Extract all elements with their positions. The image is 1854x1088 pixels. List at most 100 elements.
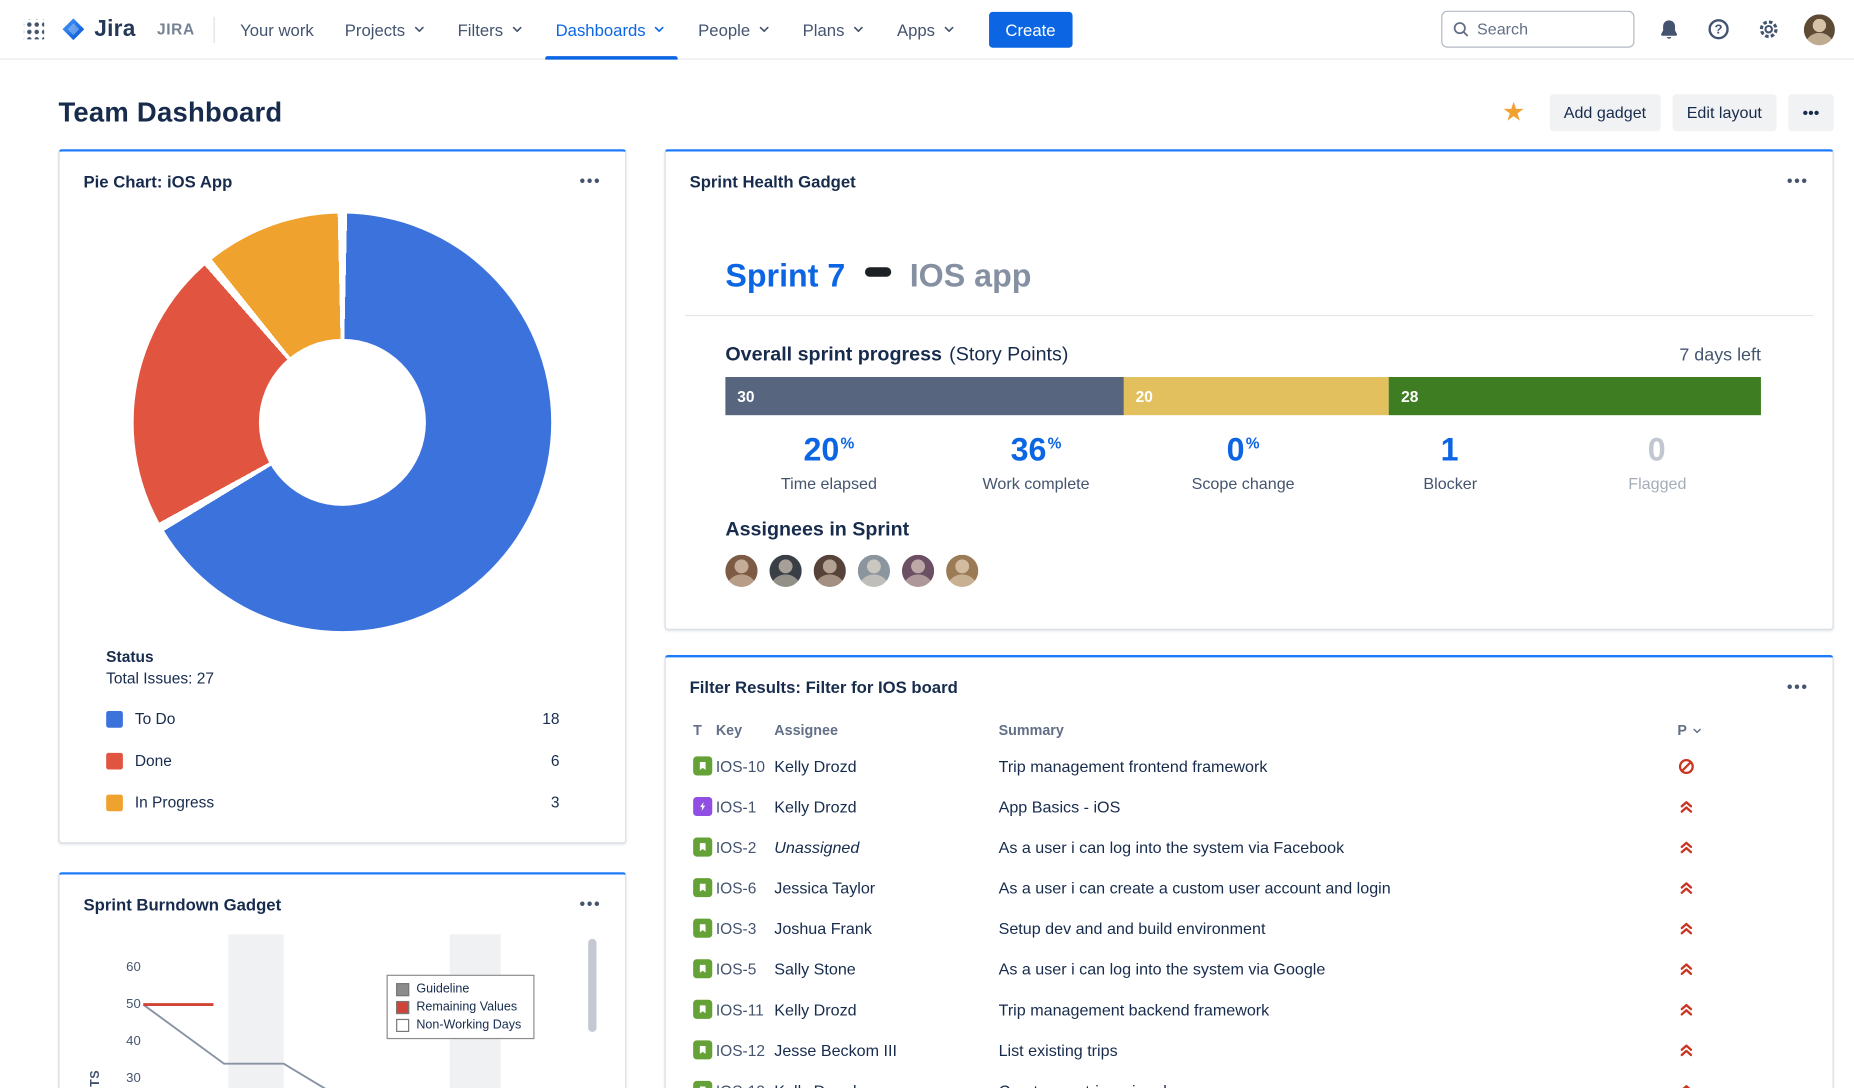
priority-highest-icon [1677, 798, 1713, 816]
story-icon [693, 878, 712, 897]
issue-summary[interactable]: List existing trips [999, 1041, 1678, 1059]
top-navigation-bar: Jira JIRA Your work Projects Filters Das… [0, 0, 1854, 60]
issue-summary[interactable]: Create new trips wizard [999, 1081, 1678, 1088]
y-tick: 50 [107, 997, 140, 1011]
burndown-chart: STORY POINTS 60 50 40 30 Guideline Remai… [76, 934, 603, 1088]
story-icon [693, 756, 712, 775]
assignees-heading: Assignees in Sprint [725, 519, 1832, 542]
issue-summary[interactable]: As a user i can create a custom user acc… [999, 879, 1678, 897]
table-row[interactable]: IOS-3 Joshua Frank Setup dev and and bui… [687, 908, 1713, 949]
table-row[interactable]: IOS-5 Sally Stone As a user i can log in… [687, 948, 1713, 989]
nav-dashboards[interactable]: Dashboards [540, 0, 683, 59]
nav-people[interactable]: People [683, 0, 788, 59]
issue-key[interactable]: IOS-5 [716, 960, 774, 978]
edit-layout-button[interactable]: Edit layout [1672, 94, 1776, 131]
sprint-heading: Sprint 7 IOS app [725, 257, 1832, 296]
legend-swatch [396, 1000, 409, 1013]
issue-summary[interactable]: Trip management frontend framework [999, 757, 1678, 775]
priority-highest-icon [1677, 838, 1713, 856]
nav-projects[interactable]: Projects [329, 0, 442, 59]
story-icon [693, 1081, 712, 1088]
priority-highest-icon [1677, 960, 1713, 978]
issue-key[interactable]: IOS-3 [716, 919, 774, 937]
issue-key[interactable]: IOS-6 [716, 879, 774, 897]
issue-summary[interactable]: Setup dev and and build environment [999, 919, 1678, 937]
legend-item: In Progress 3 [106, 781, 559, 823]
add-gadget-button[interactable]: Add gadget [1549, 94, 1660, 131]
issue-summary[interactable]: As a user i can log into the system via … [999, 960, 1678, 978]
search-box[interactable] [1441, 11, 1634, 48]
favorite-star-icon[interactable]: ★ [1502, 99, 1526, 125]
y-tick: 40 [107, 1034, 140, 1048]
issue-assignee: Jesse Beckom III [774, 1041, 998, 1059]
search-input[interactable] [1477, 20, 1611, 38]
issue-assignee: Kelly Drozd [774, 1000, 998, 1018]
priority-column-header[interactable]: P [1677, 722, 1713, 739]
issue-key[interactable]: IOS-12 [716, 1041, 774, 1059]
legend-swatch [106, 752, 123, 769]
gadget-title: Sprint Health Gadget [690, 171, 856, 190]
help-icon[interactable]: ? [1704, 14, 1734, 44]
total-issues-label: Total Issues: 27 [106, 669, 559, 687]
stat-blocker: 1 Blocker [1347, 434, 1554, 493]
table-row[interactable]: IOS-6 Jessica Taylor As a user i can cre… [687, 867, 1713, 908]
table-row[interactable]: IOS-13 Kelly Drozd Create new trips wiza… [687, 1070, 1713, 1088]
table-row[interactable]: IOS-12 Jesse Beckom III List existing tr… [687, 1030, 1713, 1071]
issue-summary[interactable]: As a user i can log into the system via … [999, 838, 1678, 856]
issue-key[interactable]: IOS-2 [716, 838, 774, 856]
dashboard-columns: Pie Chart: iOS App ••• Status Total Issu… [58, 149, 1833, 1088]
jira-logo[interactable]: Jira [61, 16, 136, 42]
priority-highest-icon [1677, 879, 1713, 897]
days-left-label: 7 days left [1679, 345, 1761, 365]
divider [214, 16, 215, 42]
scrollbar-thumb[interactable] [588, 939, 596, 1032]
progress-segment-inprogress: 20 [1124, 377, 1390, 415]
jira-dashboard-screen: Jira JIRA Your work Projects Filters Das… [0, 0, 1854, 1088]
epic-icon [693, 797, 712, 816]
user-avatar[interactable] [1804, 14, 1835, 45]
issue-key[interactable]: IOS-11 [716, 1000, 774, 1018]
y-tick: 30 [107, 1071, 140, 1085]
chevron-down-icon [411, 21, 427, 37]
gadget-menu-button[interactable]: ••• [572, 892, 608, 915]
chevron-down-icon [509, 21, 525, 37]
gadget-menu-button[interactable]: ••• [1780, 675, 1816, 698]
nav-your-work[interactable]: Your work [225, 0, 330, 59]
table-row[interactable]: IOS-2 Unassigned As a user i can log int… [687, 827, 1713, 868]
more-options-button[interactable]: ••• [1788, 94, 1834, 131]
page-header: Team Dashboard ★ Add gadget Edit layout … [58, 93, 1833, 131]
nav-apps[interactable]: Apps [881, 0, 972, 59]
stat-scope-change: 0% Scope change [1140, 434, 1347, 493]
gadget-menu-button[interactable]: ••• [1780, 169, 1816, 192]
app-switcher-icon[interactable] [19, 14, 49, 44]
nav-utilities: ? [1441, 11, 1835, 48]
gadget-menu-button[interactable]: ••• [572, 169, 608, 192]
pie-status-block: Status Total Issues: 27 [106, 648, 559, 687]
legend-swatch [396, 1018, 409, 1031]
filter-results-gadget: Filter Results: Filter for IOS board •••… [665, 655, 1834, 1088]
legend-swatch [106, 794, 123, 811]
notifications-bell-icon[interactable] [1652, 13, 1685, 46]
table-row[interactable]: IOS-11 Kelly Drozd Trip management backe… [687, 989, 1713, 1030]
sprint-health-gadget: Sprint Health Gadget ••• Sprint 7 IOS ap… [665, 149, 1834, 630]
issue-summary[interactable]: Trip management backend framework [999, 1000, 1678, 1018]
table-row[interactable]: IOS-1 Kelly Drozd App Basics - iOS [687, 786, 1713, 827]
pie-donut-chart [134, 214, 552, 632]
issue-key[interactable]: IOS-10 [716, 757, 774, 775]
issue-key[interactable]: IOS-1 [716, 798, 774, 816]
nav-filters[interactable]: Filters [442, 0, 540, 59]
assignee-avatar [902, 555, 934, 587]
issue-assignee: Kelly Drozd [774, 757, 998, 775]
table-row[interactable]: IOS-10 Kelly Drozd Trip management front… [687, 746, 1713, 787]
settings-gear-icon[interactable] [1751, 12, 1786, 47]
issue-assignee: Sally Stone [774, 960, 998, 978]
chevron-down-icon [941, 21, 957, 37]
issue-summary[interactable]: App Basics - iOS [999, 798, 1678, 816]
issue-key[interactable]: IOS-13 [716, 1081, 774, 1088]
sprint-stats: 20% Time elapsed 36% Work complete 0% Sc… [725, 434, 1761, 493]
nav-plans[interactable]: Plans [787, 0, 881, 59]
issue-assignee: Kelly Drozd [774, 798, 998, 816]
create-button[interactable]: Create [989, 11, 1073, 47]
gadget-title: Sprint Burndown Gadget [84, 894, 282, 913]
issue-assignee: Joshua Frank [774, 919, 998, 937]
